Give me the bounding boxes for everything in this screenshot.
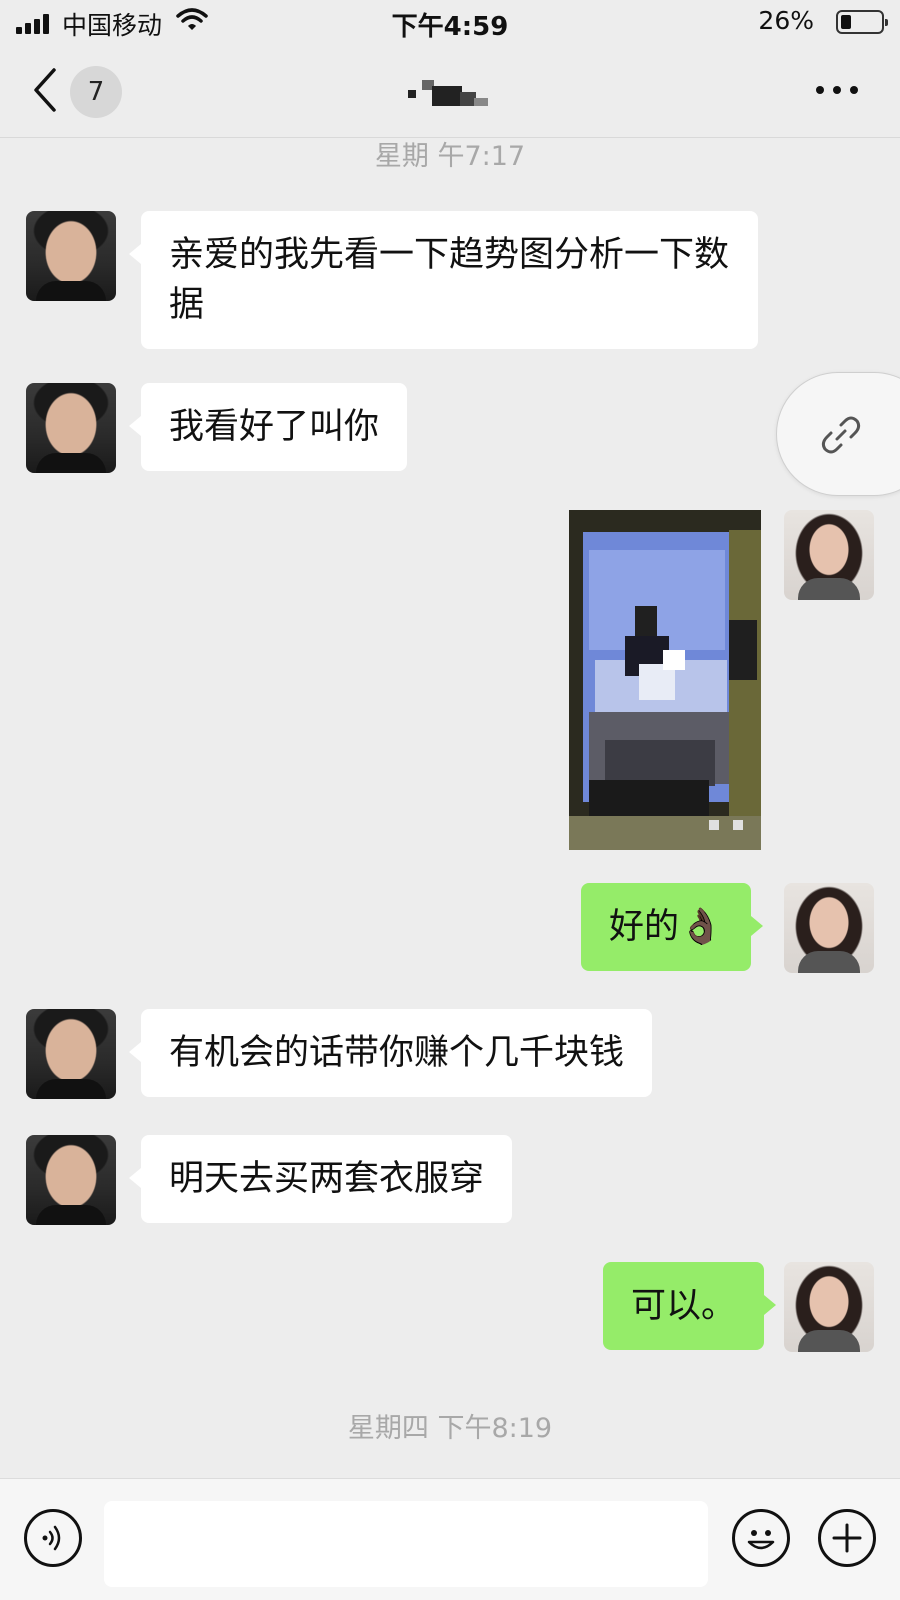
link-icon bbox=[821, 416, 861, 454]
contact-avatar[interactable] bbox=[26, 383, 116, 473]
back-button[interactable] bbox=[30, 66, 70, 116]
floating-link-button[interactable] bbox=[776, 372, 900, 496]
battery-percent: 26% bbox=[758, 6, 814, 35]
status-bar: 中国移动 下午4:59 26% bbox=[0, 0, 900, 44]
unread-count-badge[interactable]: 7 bbox=[70, 66, 122, 118]
voice-input-button[interactable] bbox=[24, 1509, 82, 1567]
message-bubble-received[interactable]: 明天去买两套衣服穿 bbox=[128, 1135, 513, 1223]
timestamp: 星期四 下午8:19 bbox=[347, 1413, 553, 1444]
chat-title-censored bbox=[408, 78, 490, 108]
image-message[interactable] bbox=[569, 510, 761, 850]
more-options-button[interactable] bbox=[816, 80, 866, 100]
plus-icon bbox=[832, 1523, 862, 1553]
message-bubble-received[interactable]: 有机会的话带你赚个几千块钱 bbox=[128, 1009, 653, 1097]
message-bubble-received[interactable]: 亲爱的我先看一下趋势图分析一下数据 bbox=[129, 211, 758, 349]
self-avatar[interactable] bbox=[784, 883, 874, 973]
message-bubble-sent[interactable]: 好的👌🏿 bbox=[581, 883, 763, 971]
contact-avatar[interactable] bbox=[26, 1009, 116, 1099]
input-bar bbox=[0, 1478, 900, 1600]
self-avatar[interactable] bbox=[784, 1262, 874, 1352]
chat-header: 7 bbox=[0, 44, 900, 138]
battery-fill bbox=[841, 15, 851, 29]
more-actions-button[interactable] bbox=[818, 1509, 876, 1567]
self-avatar[interactable] bbox=[784, 510, 874, 600]
emoji-button[interactable] bbox=[732, 1509, 790, 1567]
chevron-left-icon bbox=[34, 68, 56, 112]
message-bubble-sent[interactable]: 可以。 bbox=[603, 1262, 777, 1350]
contact-avatar[interactable] bbox=[26, 1135, 116, 1225]
battery-icon bbox=[836, 10, 888, 34]
voice-icon bbox=[42, 1525, 61, 1551]
contact-avatar[interactable] bbox=[26, 211, 116, 301]
message-bubble-received[interactable]: 我看好了叫你 bbox=[128, 383, 408, 471]
message-input[interactable] bbox=[104, 1501, 708, 1587]
timestamp: 星期 午7:17 bbox=[374, 141, 526, 172]
emoji-icon bbox=[747, 1530, 775, 1550]
